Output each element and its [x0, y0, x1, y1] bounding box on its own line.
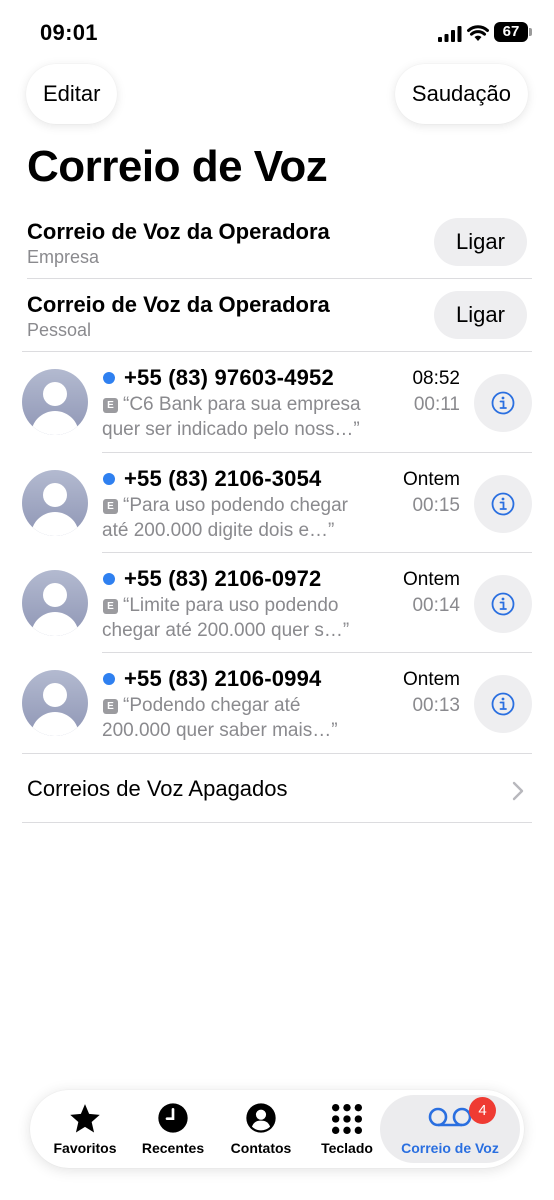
avatar: [22, 369, 88, 435]
voicemail-transcript-line2: chegar até 200.000 quer s…”: [102, 620, 350, 641]
clock-icon: [158, 1103, 188, 1133]
voicemail-transcript-line2: quer ser indicado pelo noss…”: [102, 419, 360, 440]
carrier-name: Correio de Voz da Operadora: [27, 219, 330, 244]
unread-dot: [103, 372, 115, 384]
unread-dot: [103, 573, 115, 585]
deleted-voicemails-label: Correios de Voz Apagados: [27, 776, 288, 801]
tab-teclado[interactable]: Teclado: [308, 1090, 386, 1168]
status-bar: 09:01 67: [0, 0, 554, 66]
avatar: [22, 470, 88, 536]
voicemail-duration: 00:15: [412, 495, 460, 516]
voicemail-transcript-line1: “Podendo chegar até: [123, 695, 301, 716]
info-button[interactable]: [474, 374, 532, 432]
voicemail-row[interactable]: +55 (83) 2106-3054 E “Para uso podendo c…: [0, 453, 554, 553]
tab-correio-de-voz[interactable]: Correio de Voz: [382, 1090, 518, 1168]
voicemail-time: 08:52: [412, 368, 460, 389]
avatar: [22, 570, 88, 636]
voicemail-time: Ontem: [402, 569, 460, 590]
voicemail-number: +55 (83) 2106-3054: [124, 466, 322, 491]
voicemail-duration: 00:14: [412, 595, 460, 616]
voicemail-time: Ontem: [402, 669, 460, 690]
deleted-voicemails-row[interactable]: Correios de Voz Apagados: [0, 754, 554, 824]
edit-button[interactable]: Editar: [26, 64, 118, 124]
divider: [27, 278, 532, 279]
tab-label: Teclado: [321, 1140, 373, 1156]
wifi-icon: [467, 25, 489, 41]
voicemail-transcript-line2: 200.000 quer saber mais…”: [102, 720, 338, 741]
tab-recentes[interactable]: Recentes: [134, 1090, 212, 1168]
voicemail-transcript-line1: “Para uso podendo chegar: [123, 495, 348, 516]
tab-label: Recentes: [141, 1140, 205, 1156]
chevron-right-icon: [512, 781, 524, 801]
unread-dot: [103, 673, 115, 685]
call-button[interactable]: Ligar: [434, 218, 527, 266]
keypad-icon: [331, 1103, 363, 1135]
info-button[interactable]: [474, 575, 532, 633]
info-icon: [491, 592, 515, 616]
transcript-badge: E: [103, 499, 118, 514]
voicemail-icon: [428, 1107, 472, 1127]
cellular-signal-icon: [438, 26, 462, 42]
carrier-name: Correio de Voz da Operadora: [27, 292, 330, 317]
voicemail-duration: 00:11: [413, 394, 460, 415]
page-title: Correio de Voz: [27, 142, 328, 191]
info-icon: [491, 692, 515, 716]
tab-favoritos[interactable]: Favoritos: [46, 1090, 124, 1168]
greeting-button[interactable]: Saudação: [394, 64, 528, 124]
voicemail-count-badge: 4: [469, 1097, 496, 1124]
transcript-badge: E: [103, 398, 118, 413]
carrier-subtitle: Pessoal: [27, 320, 92, 340]
voicemail-duration: 00:13: [412, 695, 460, 716]
avatar: [22, 670, 88, 736]
voicemail-row[interactable]: +55 (83) 2106-0994 E “Podendo chegar até…: [0, 653, 554, 753]
star-icon: [70, 1104, 100, 1133]
voicemail-number: +55 (83) 97603-4952: [124, 365, 334, 390]
info-button[interactable]: [474, 475, 532, 533]
call-button[interactable]: Ligar: [434, 291, 527, 339]
voicemail-transcript-line1: “C6 Bank para sua empresa: [123, 394, 361, 415]
transcript-badge: E: [103, 699, 118, 714]
status-time: 09:01: [40, 20, 98, 45]
voicemail-row[interactable]: +55 (83) 97603-4952 E “C6 Bank para sua …: [0, 352, 554, 452]
voicemail-number: +55 (83) 2106-0994: [124, 666, 322, 691]
info-button[interactable]: [474, 675, 532, 733]
battery-level: 67: [502, 23, 520, 40]
transcript-badge: E: [103, 599, 118, 614]
carrier-voicemail-row[interactable]: Correio de Voz da Operadora Pessoal Liga…: [0, 280, 554, 352]
info-icon: [491, 492, 515, 516]
voicemail-number: +55 (83) 2106-0972: [124, 566, 322, 591]
voicemail-transcript-line1: “Limite para uso podendo: [123, 595, 339, 616]
unread-dot: [103, 473, 115, 485]
voicemail-time: Ontem: [402, 469, 460, 490]
person-circle-icon: [246, 1103, 276, 1133]
tab-label: Contatos: [230, 1140, 292, 1156]
carrier-subtitle: Empresa: [27, 247, 100, 267]
tab-label: Favoritos: [53, 1140, 117, 1156]
battery-icon: 67: [494, 22, 532, 42]
voicemail-transcript-line2: até 200.000 digite dois e…”: [102, 520, 335, 541]
tab-bar: Favoritos Recentes Contatos Teclado Corr…: [30, 1090, 524, 1168]
info-icon: [491, 391, 515, 415]
carrier-voicemail-row[interactable]: Correio de Voz da Operadora Empresa Liga…: [0, 207, 554, 279]
tab-contatos[interactable]: Contatos: [222, 1090, 300, 1168]
divider: [22, 822, 532, 823]
voicemail-row[interactable]: +55 (83) 2106-0972 E “Limite para uso po…: [0, 553, 554, 653]
battery-tip: [529, 28, 532, 36]
tab-label: Correio de Voz: [401, 1140, 499, 1156]
